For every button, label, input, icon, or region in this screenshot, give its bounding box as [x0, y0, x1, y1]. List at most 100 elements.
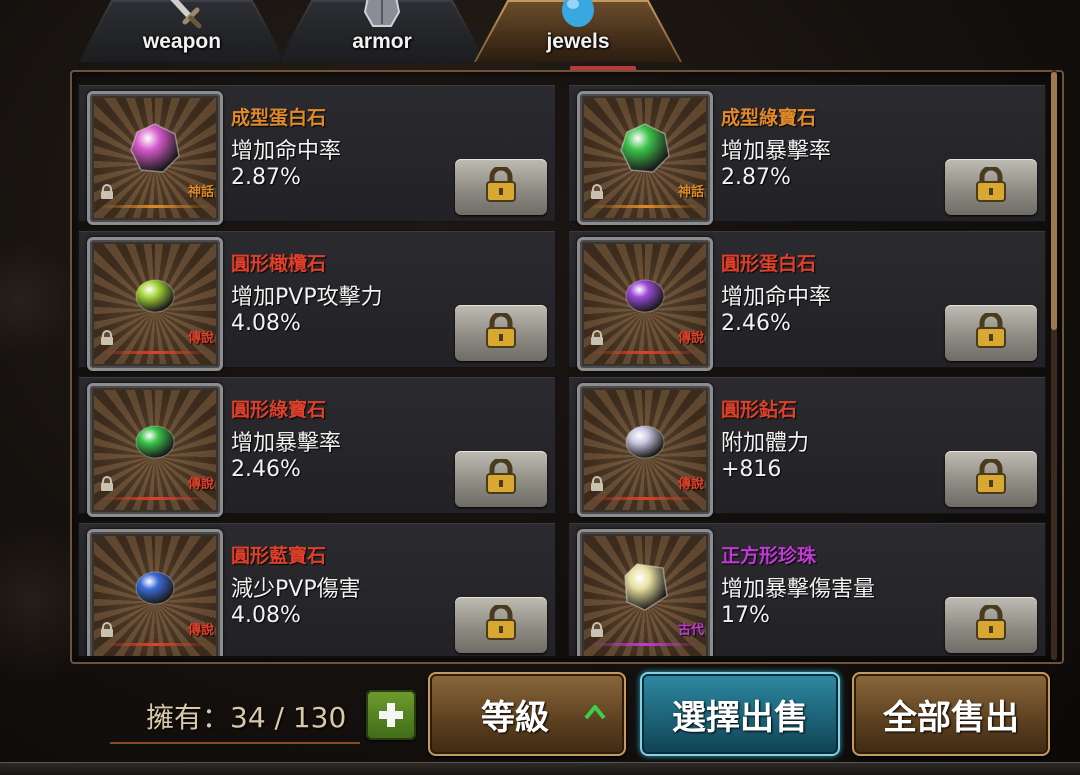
lock-icon: [590, 622, 604, 638]
rarity-label: 古代: [677, 623, 704, 638]
select-sell-button[interactable]: 選擇出售: [640, 672, 840, 756]
jewel-slot[interactable]: 傳說: [87, 529, 223, 656]
lock-icon: [972, 165, 1010, 207]
lock-button[interactable]: [945, 451, 1037, 507]
jewel-slot[interactable]: 神話: [577, 91, 713, 225]
jewel-card[interactable]: 神話 成型綠寶石 增加暴擊率 2.87%: [568, 84, 1046, 225]
jewel-stat: 增加暴擊率: [721, 139, 832, 164]
pearl-gem-icon: [624, 563, 668, 611]
owned-counter: 擁有：34 / 130: [110, 680, 360, 744]
lock-button[interactable]: [455, 597, 547, 653]
jewel-name: 圓形綠寶石: [231, 399, 327, 421]
jewel-card[interactable]: 神話 成型蛋白石 增加命中率 2.87%: [78, 84, 556, 225]
lock-button[interactable]: [455, 305, 547, 361]
lock-icon: [482, 603, 520, 645]
jewel-value: 2.87%: [721, 165, 791, 190]
rarity-label: 傳說: [187, 623, 214, 638]
sell-all-button[interactable]: 全部售出: [852, 672, 1050, 756]
lock-icon: [100, 184, 114, 200]
lock-icon: [100, 622, 114, 638]
diamond-gem-icon: [625, 425, 665, 459]
rarity-label: 傳說: [677, 477, 704, 492]
jewel-name: 圓形橄欖石: [231, 253, 327, 275]
jewel-value: +816: [721, 457, 782, 482]
peridot-gem-icon: [135, 279, 175, 313]
tab-jewels-label: jewels: [546, 30, 610, 53]
lock-icon: [482, 311, 520, 353]
rarity-label: 傳說: [187, 477, 214, 492]
jewel-card[interactable]: 傳說 圓形綠寶石 增加暴擊率 2.46%: [78, 376, 556, 517]
jewel-value: 2.87%: [231, 165, 301, 190]
bottom-edge: [0, 762, 1080, 775]
jewel-card[interactable]: 傳說 圓形鉆石 附加體力 +816: [568, 376, 1046, 517]
emerald-gem-icon: [620, 123, 670, 173]
jewel-list: 神話 成型蛋白石 增加命中率 2.87% 神話 成型綠寶石 增加暴擊率 2.87…: [78, 84, 1048, 656]
grade-sort-button[interactable]: 等級: [428, 672, 626, 756]
jewel-slot[interactable]: 傳說: [577, 383, 713, 517]
jewel-slot[interactable]: 傳說: [87, 237, 223, 371]
jewel-stat: 增加PVP攻擊力: [231, 285, 383, 310]
armor-icon: [363, 0, 401, 27]
jewel-stat: 增加暴擊傷害量: [721, 577, 876, 602]
lock-button[interactable]: [945, 597, 1037, 653]
rarity-bar: [590, 497, 700, 500]
jewel-stat: 增加命中率: [231, 139, 342, 164]
sell-all-label: 全部售出: [883, 697, 1019, 738]
tab-jewels[interactable]: jewels: [474, 0, 682, 62]
jewel-slot[interactable]: 神話: [87, 91, 223, 225]
rarity-bar: [100, 351, 210, 354]
lock-button[interactable]: [455, 159, 547, 215]
opal-gem-icon: [625, 279, 665, 313]
owned-count-text: 擁有：34 / 130: [146, 701, 347, 734]
lock-icon: [972, 311, 1010, 353]
jewel-stat: 附加體力: [721, 431, 810, 456]
scrollbar-thumb[interactable]: [1051, 72, 1057, 330]
jewel-value: 17%: [721, 603, 770, 628]
rarity-bar: [100, 205, 210, 208]
jewel-name: 圓形藍寶石: [231, 545, 327, 567]
lock-icon: [590, 330, 604, 346]
jewel-slot[interactable]: 傳說: [577, 237, 713, 371]
rarity-bar: [100, 643, 210, 646]
select-sell-label: 選擇出售: [672, 697, 808, 738]
rarity-bar: [590, 351, 700, 354]
rarity-bar: [100, 497, 210, 500]
jewel-card[interactable]: 傳說 圓形橄欖石 增加PVP攻擊力 4.08%: [78, 230, 556, 371]
jewel-slot[interactable]: 傳說: [87, 383, 223, 517]
sapphire-gem-icon: [135, 571, 175, 605]
jewel-value: 4.08%: [231, 311, 301, 336]
tab-weapon[interactable]: weapon: [78, 0, 286, 62]
opal-gem-icon: [130, 123, 180, 173]
lock-icon: [100, 330, 114, 346]
grade-sort-label: 等級: [481, 697, 549, 738]
category-tabs: weapon armor jewels: [78, 0, 688, 66]
expand-capacity-button[interactable]: [366, 690, 416, 740]
lock-button[interactable]: [945, 305, 1037, 361]
jewel-slot[interactable]: 古代: [577, 529, 713, 656]
jewel-name: 圓形鉆石: [721, 399, 798, 421]
lock-button[interactable]: [945, 159, 1037, 215]
rarity-bar: [590, 205, 700, 208]
jewel-card[interactable]: 傳說 圓形藍寶石 減少PVP傷害 4.08%: [78, 522, 556, 656]
jewel-icon: [562, 0, 594, 27]
jewel-name: 圓形蛋白石: [721, 253, 817, 275]
lock-icon: [100, 476, 114, 492]
tab-armor-label: armor: [352, 30, 412, 53]
tab-weapon-label: weapon: [142, 30, 222, 53]
lock-icon: [972, 603, 1010, 645]
rarity-label: 神話: [677, 185, 704, 200]
lock-icon: [972, 457, 1010, 499]
lock-button[interactable]: [455, 451, 547, 507]
chevron-up-icon: [584, 705, 606, 720]
jewel-value: 2.46%: [231, 457, 301, 482]
jewel-stat: 增加暴擊率: [231, 431, 342, 456]
jewel-card[interactable]: 傳說 圓形蛋白石 增加命中率 2.46%: [568, 230, 1046, 371]
jewel-stat: 增加命中率: [721, 285, 832, 310]
rarity-label: 傳說: [187, 331, 214, 346]
lock-icon: [482, 165, 520, 207]
emerald-gem-icon: [135, 425, 175, 459]
jewel-name: 正方形珍珠: [721, 545, 817, 567]
jewel-card[interactable]: 古代 正方形珍珠 增加暴擊傷害量 17%: [568, 522, 1046, 656]
tab-armor[interactable]: armor: [278, 0, 486, 62]
lock-icon: [590, 184, 604, 200]
